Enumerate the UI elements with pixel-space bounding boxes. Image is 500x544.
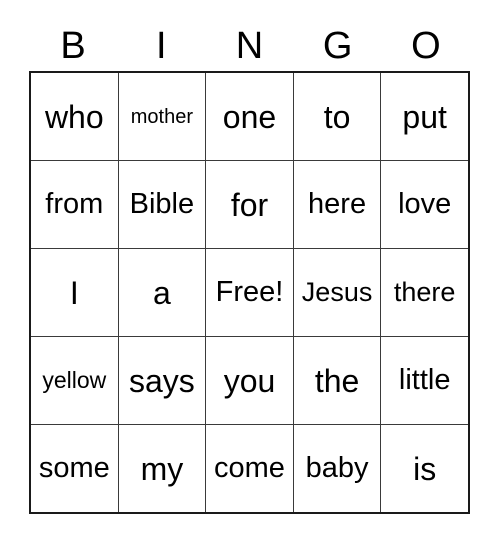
bingo-cell-label: mother [130, 105, 194, 128]
bingo-header-letter-i: I [156, 25, 167, 67]
bingo-cell-label: come [214, 452, 285, 484]
bingo-header-letter-n: N [235, 25, 264, 67]
bingo-cell-i2[interactable]: Bible [119, 161, 207, 248]
bingo-cell-b5[interactable]: some [31, 425, 119, 512]
bingo-header-letter-b: B [60, 25, 86, 67]
bingo-cell-b4[interactable]: yellow [31, 337, 119, 424]
bingo-cell-b1[interactable]: who [31, 73, 119, 160]
bingo-cell-label: to [323, 98, 351, 135]
bingo-cell-b3[interactable]: I [31, 249, 119, 336]
bingo-cell-g4[interactable]: the [294, 337, 382, 424]
bingo-cell-label: Free! [215, 276, 284, 308]
bingo-row-5: some my come baby is [31, 425, 468, 512]
bingo-cell-label: a [152, 274, 171, 311]
bingo-cell-o1[interactable]: put [381, 73, 468, 160]
bingo-cell-g5[interactable]: baby [294, 425, 382, 512]
bingo-cell-n4[interactable]: you [206, 337, 294, 424]
bingo-cell-label: put [402, 98, 447, 135]
bingo-cell-label: there [393, 277, 456, 307]
bingo-cell-o5[interactable]: is [381, 425, 468, 512]
bingo-cell-label: yellow [42, 367, 107, 393]
bingo-cell-label: Bible [129, 188, 195, 220]
bingo-cell-label: the [314, 362, 360, 399]
bingo-cell-n1[interactable]: one [206, 73, 294, 160]
bingo-grid: who mother one to put from Bible for her… [29, 71, 470, 514]
bingo-cell-n2[interactable]: for [206, 161, 294, 248]
bingo-cell-label: is [413, 450, 437, 487]
bingo-cell-free-space[interactable]: Free! [206, 249, 294, 336]
bingo-cell-label: from [45, 188, 104, 220]
bingo-cell-n5[interactable]: come [206, 425, 294, 512]
bingo-cell-label: here [308, 188, 367, 220]
bingo-cell-o3[interactable]: there [381, 249, 468, 336]
bingo-cell-label: Jesus [301, 277, 373, 307]
bingo-row-3: I a Free! Jesus there [31, 249, 468, 337]
bingo-cell-g1[interactable]: to [294, 73, 382, 160]
bingo-card: B I N G O who mother one to put from Bib… [0, 0, 500, 544]
bingo-cell-label: you [223, 362, 276, 399]
bingo-cell-i3[interactable]: a [119, 249, 207, 336]
bingo-cell-g3[interactable]: Jesus [294, 249, 382, 336]
bingo-header-letter-g: G [322, 25, 353, 67]
bingo-cell-label: my [140, 450, 184, 487]
bingo-header-row: B I N G O [29, 22, 470, 70]
bingo-cell-label: love [398, 188, 452, 220]
bingo-cell-label: little [398, 364, 451, 396]
bingo-cell-b2[interactable]: from [31, 161, 119, 248]
bingo-cell-label: I [69, 274, 79, 311]
bingo-cell-label: who [44, 98, 104, 135]
bingo-cell-i5[interactable]: my [119, 425, 207, 512]
bingo-cell-o2[interactable]: love [381, 161, 468, 248]
bingo-cell-label: for [230, 186, 269, 223]
bingo-cell-g2[interactable]: here [294, 161, 382, 248]
bingo-row-2: from Bible for here love [31, 161, 468, 249]
bingo-header-letter-o: O [411, 25, 441, 67]
bingo-cell-label: baby [305, 452, 369, 484]
bingo-cell-o4[interactable]: little [381, 337, 468, 424]
bingo-cell-label: some [38, 452, 110, 484]
bingo-cell-i1[interactable]: mother [119, 73, 207, 160]
bingo-cell-label: says [128, 362, 195, 399]
bingo-row-1: who mother one to put [31, 73, 468, 161]
bingo-row-4: yellow says you the little [31, 337, 468, 425]
bingo-cell-i4[interactable]: says [119, 337, 207, 424]
bingo-cell-label: one [222, 98, 277, 135]
